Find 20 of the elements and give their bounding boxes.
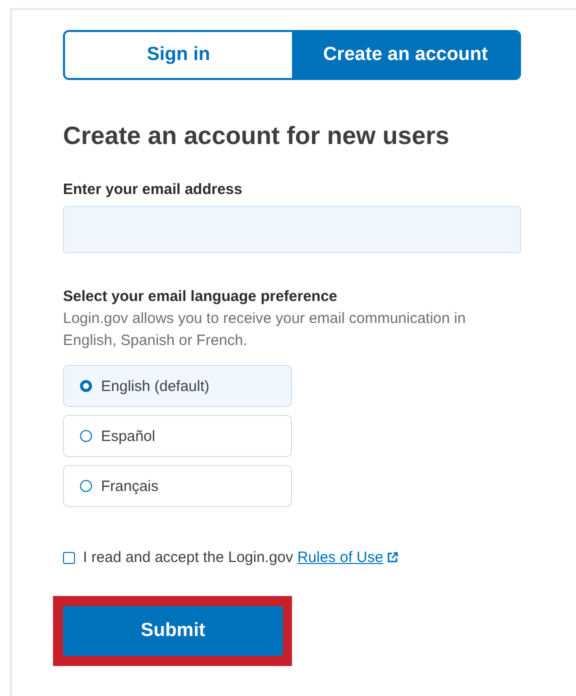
rules-link[interactable]: Rules of Use <box>297 549 384 566</box>
terms-text: I read and accept the Login.gov Rules of Use <box>83 549 398 566</box>
checkbox[interactable] <box>63 552 75 564</box>
page-heading: Create an account for new users <box>63 121 450 151</box>
field-label: Select your email language preference <box>63 287 338 307</box>
option-label: Français <box>101 478 159 494</box>
tab[interactable]: Create an account <box>292 32 519 78</box>
radio-option[interactable]: English (default) <box>63 365 292 407</box>
radio-option[interactable]: Español <box>63 415 292 457</box>
radio-button[interactable] <box>80 380 92 392</box>
option-label: English (default) <box>101 378 210 394</box>
radio-option[interactable]: Français <box>63 465 292 507</box>
radio-button[interactable] <box>80 430 92 442</box>
option-label: Español <box>101 428 156 444</box>
submit-button[interactable]: Submit <box>63 606 283 656</box>
field-label: Enter your email address <box>63 180 244 200</box>
email-input-field[interactable] <box>63 206 521 253</box>
radio-button[interactable] <box>80 480 92 492</box>
external-link-icon <box>387 552 398 563</box>
hint-text: Login.gov allows you to receive your email communication in English, Spanish or French. <box>63 309 467 351</box>
